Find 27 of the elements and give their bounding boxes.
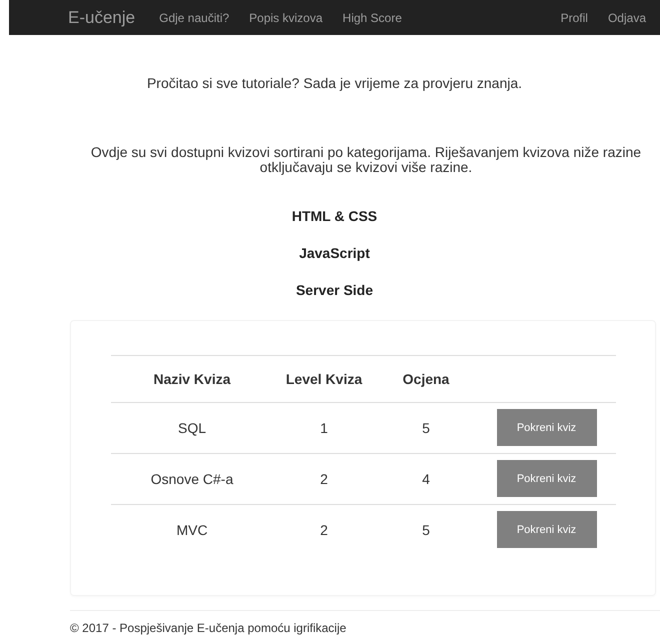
nav-link[interactable]: Popis kvizova [249, 10, 323, 24]
table-cell: 2 [320, 522, 328, 538]
intro-text: Pročitao si sve tutoriale? Sada je vrijeme za provjeru znanja. [146, 75, 524, 91]
table-cell: SQL [178, 420, 206, 436]
column-header: Naziv Kviza [153, 370, 231, 387]
table-cell: 5 [422, 522, 430, 538]
start-quiz-button[interactable]: Pokreni kviz [496, 511, 596, 548]
category-heading[interactable]: HTML & CSS [292, 208, 378, 224]
table-cell: 5 [422, 420, 430, 436]
column-header: Level Kviza [286, 370, 362, 387]
brand-link[interactable]: E-učenje [68, 8, 136, 28]
category-heading[interactable]: JavaScript [299, 244, 370, 261]
column-header: Ocjena [402, 370, 450, 387]
start-quiz-button[interactable]: Pokreni kviz [496, 460, 596, 498]
category-heading[interactable]: Server Side [296, 282, 374, 298]
nav-link[interactable]: High Score [342, 10, 402, 24]
table-cell: Osnove C#-a [150, 470, 234, 487]
start-quiz-button[interactable]: Pokreni kviz [496, 409, 596, 446]
footer-text: © 2017 - Pospješivanje E-učenja pomoću igrifikacije [70, 620, 346, 635]
table-cell: MVC [176, 522, 208, 538]
nav-link[interactable]: Profil [560, 10, 588, 24]
table-cell: 1 [320, 420, 328, 436]
table-cell: 4 [422, 470, 430, 487]
table-cell: 2 [320, 470, 328, 487]
nav-link[interactable]: Gdje naučiti? [159, 10, 230, 24]
nav-link[interactable]: Odjava [608, 10, 646, 24]
description-text: Ovdje su svi dostupni kvizovi sortirani po kategorijama. Riješavanjem kvizova niže razine otključavaju se kvizovi više razine. [90, 145, 642, 176]
